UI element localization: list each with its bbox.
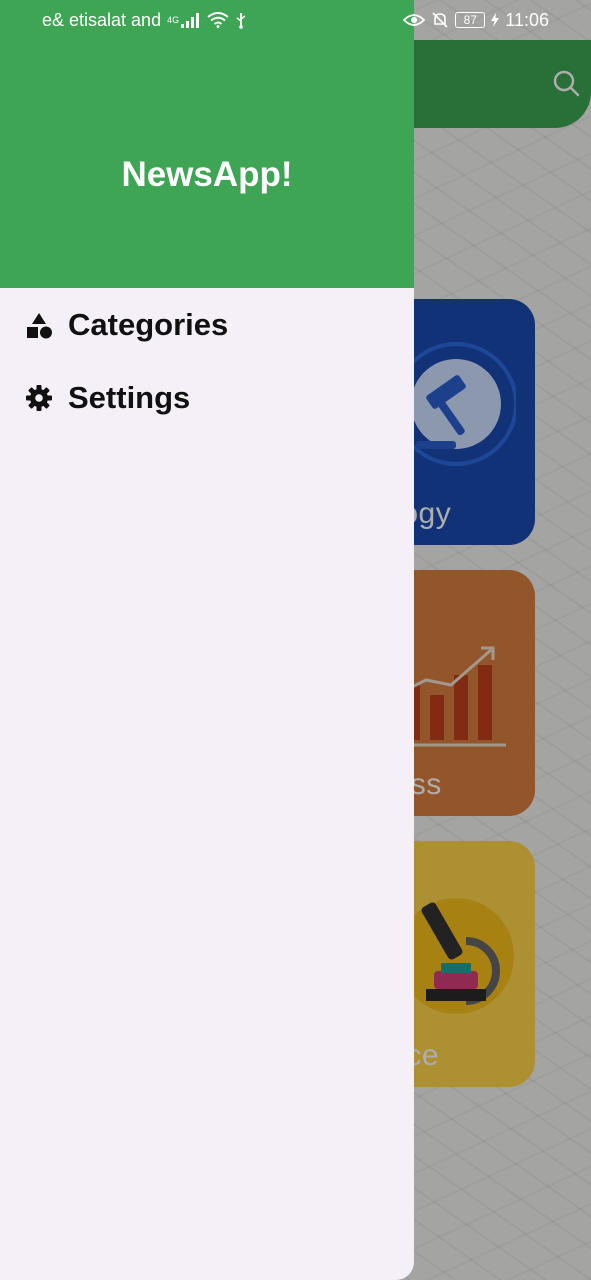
gear-icon: [24, 383, 54, 413]
wifi-icon: [207, 12, 229, 28]
drawer-item-label: Categories: [68, 307, 229, 342]
drawer-header: NewsApp!: [0, 0, 414, 288]
shapes-icon: [24, 310, 54, 340]
battery-indicator: 87: [455, 12, 486, 28]
clock: 11:06: [505, 9, 549, 30]
screen: nology iness ence e& etisalat and 4G: [0, 0, 591, 1280]
drawer-item-categories[interactable]: Categories: [24, 299, 228, 351]
status-bar: e& etisalat and 4G 87 11:06: [0, 0, 591, 40]
signal-icon: [181, 13, 200, 28]
mute-bell-icon: [432, 12, 448, 28]
eye-icon: [403, 14, 426, 26]
drawer-title: NewsApp!: [121, 155, 293, 194]
network-type: 4G: [167, 15, 180, 25]
navigation-drawer: NewsApp! Categories Settings: [0, 0, 414, 1280]
charging-icon: [491, 13, 500, 27]
drawer-item-label: Settings: [68, 380, 191, 415]
carrier-label: e& etisalat and: [42, 9, 162, 30]
drawer-item-settings[interactable]: Settings: [24, 372, 190, 424]
usb-icon: [236, 13, 246, 29]
